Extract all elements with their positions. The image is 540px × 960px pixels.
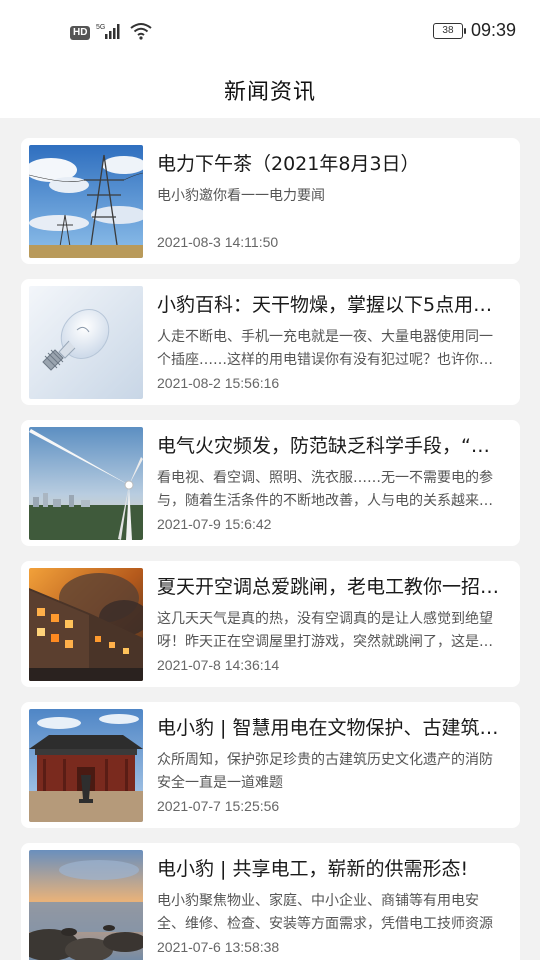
news-card[interactable]: 电小豹 | 智慧用电在文物保护、古建筑消防中的应用 众所周知，保护弥足珍贵的古建…: [21, 702, 520, 828]
news-summary: 人走不断电、手机一充电就是一夜、大量电器使用同一个插座……这样的用电错误你有没有…: [157, 329, 493, 368]
battery-icon: 38: [432, 22, 466, 39]
news-card[interactable]: 小豹百科：天干物燥，掌握以下5点用电安全 人走不断电、手机一充电就是一夜、大量电…: [21, 279, 520, 405]
news-card[interactable]: 电气火灾频发，防范缺乏科学手段，“智慧用电”来帮忙 看电视、看空调、照明、洗衣服…: [21, 420, 520, 546]
news-date: 2021-07-6 13:58:38: [157, 939, 280, 955]
news-date: 2021-08-2 15:56:16: [157, 375, 280, 391]
news-title: 小豹百科：天干物燥，掌握以下5点用电安全: [157, 294, 507, 316]
wifi-icon: [130, 22, 153, 44]
news-date: 2021-08-3 14:11:50: [157, 234, 279, 250]
status-bar: HD 5G 38 09:39: [0, 0, 540, 62]
news-summary: 这几天天气是真的热，没有空调真的是让人感觉到绝望呀！昨天正在空调屋里打游戏，突然…: [157, 611, 493, 650]
news-summary: 电小豹聚焦物业、家庭、中小企业、商铺等有用电安全、维修、检查、安装等方面需求，凭…: [157, 893, 493, 932]
news-title: 电小豹 | 共享电工，崭新的供需形态!: [157, 858, 469, 880]
news-date: 2021-07-7 15:25:56: [157, 798, 280, 814]
news-card[interactable]: 电小豹 | 共享电工，崭新的供需形态! 电小豹聚焦物业、家庭、中小企业、商铺等有…: [21, 843, 520, 960]
wind-turbine-image: [29, 427, 143, 540]
news-summary: 众所周知，保护弥足珍贵的古建筑历史文化遗产的消防安全一直是一道难题: [157, 752, 493, 791]
news-date: 2021-07-9 15:6:42: [157, 516, 272, 532]
news-card[interactable]: 电力下午茶（2021年8月3日） 电小豹邀你看一一电力要闻 2021-08-3 …: [21, 138, 520, 264]
status-time: 09:39: [470, 20, 516, 40]
news-title: 夏天开空调总爱跳闸，老电工教你一招解决: [157, 576, 507, 598]
news-summary: 电小豹邀你看一一电力要闻: [157, 188, 325, 204]
ancient-temple-image: [29, 709, 143, 822]
news-title: 电气火灾频发，防范缺乏科学手段，“智慧用电”来帮忙: [157, 435, 507, 457]
news-title: 电力下午茶（2021年8月3日）: [157, 153, 420, 175]
building-fire-image: [29, 568, 143, 681]
status-right: 38 09:39: [432, 20, 516, 41]
signal-icon: 5G: [96, 22, 124, 44]
battery-level: 38: [442, 25, 454, 36]
status-left: HD 5G: [70, 22, 153, 44]
network-label: 5G: [96, 24, 105, 31]
news-date: 2021-07-8 14:36:14: [157, 657, 280, 673]
title-bar: 新闻资讯: [0, 62, 540, 118]
news-summary: 看电视、看空调、照明、洗衣服……无一不需要电的参与，随着生活条件的不断地改善，人…: [157, 470, 493, 509]
news-title: 电小豹 | 智慧用电在文物保护、古建筑消防中的应用: [157, 717, 507, 739]
news-card[interactable]: 夏天开空调总爱跳闸，老电工教你一招解决 这几天天气是真的热，没有空调真的是让人感…: [21, 561, 520, 687]
page-title: 新闻资讯: [223, 80, 316, 105]
light-bulb-image: [29, 286, 143, 399]
hd-icon: HD: [70, 26, 91, 40]
seaside-rocks-image: [29, 850, 143, 960]
power-tower-image: [29, 145, 143, 258]
